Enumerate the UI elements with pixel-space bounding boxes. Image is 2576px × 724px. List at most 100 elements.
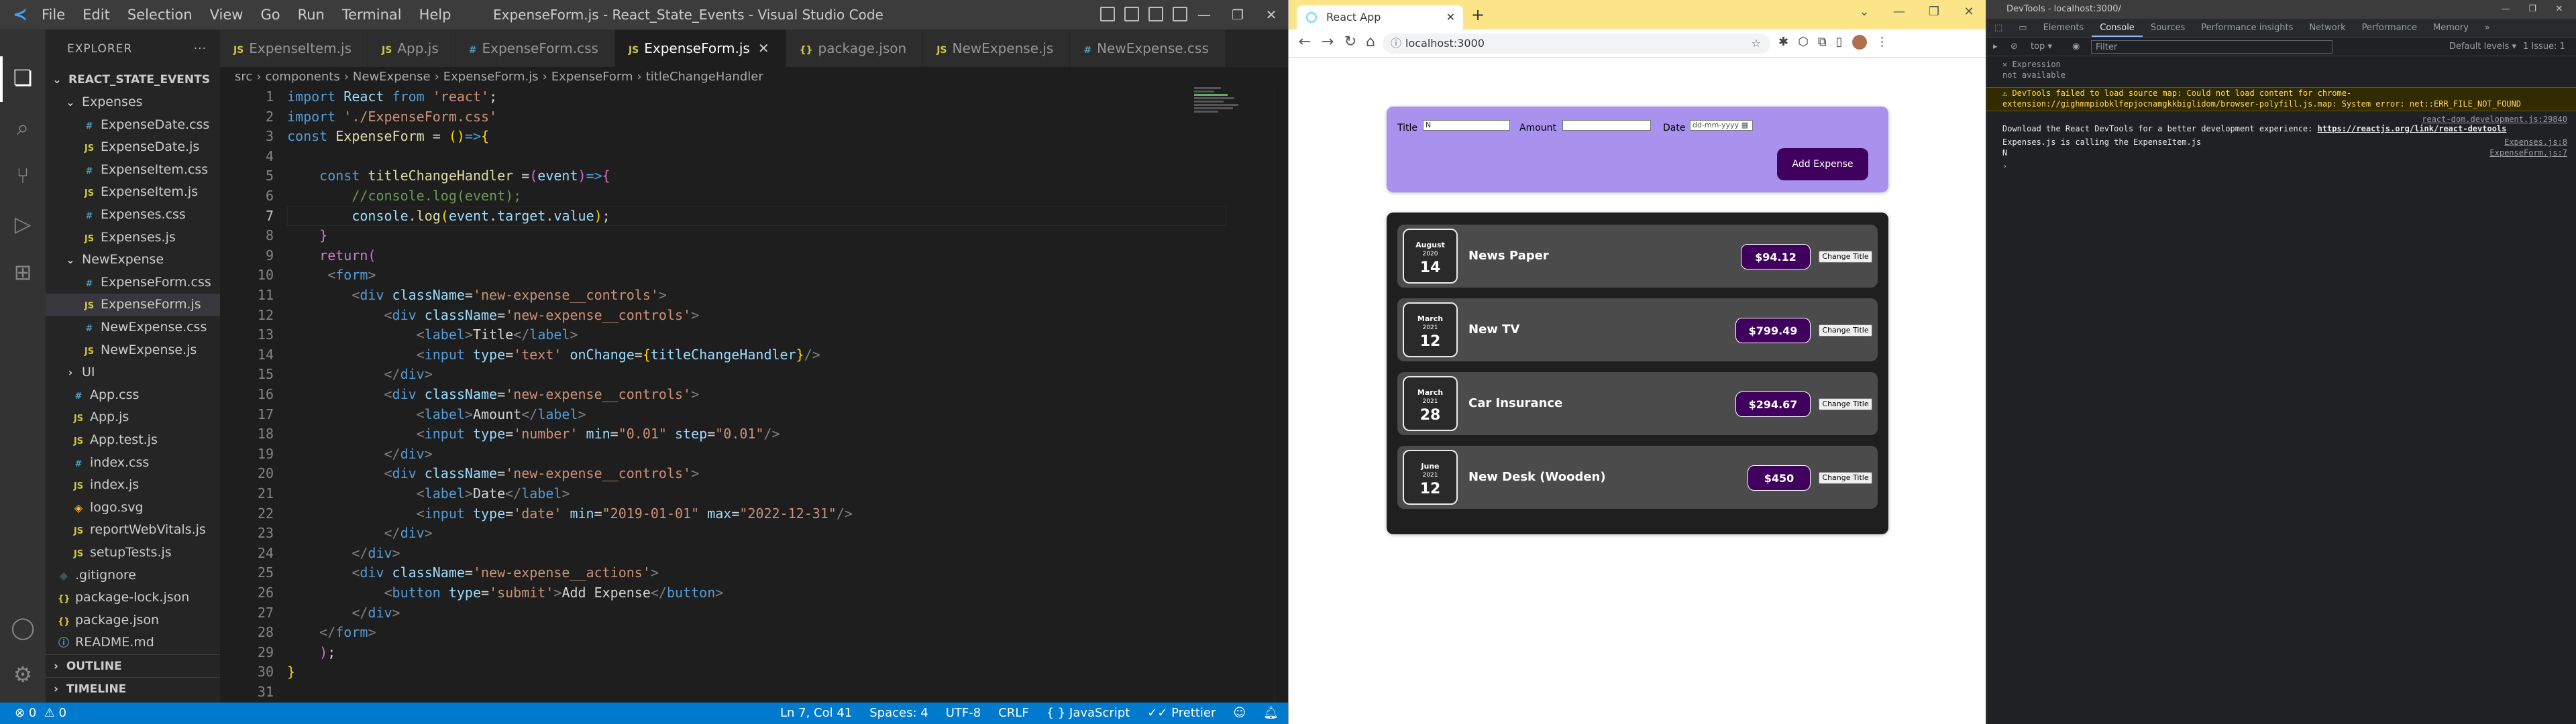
file-tree-item[interactable]: # ExpenseForm.css [46, 272, 220, 294]
file-tree-item[interactable]: JS Expenses.js [46, 227, 220, 249]
minimize-icon[interactable]: — [1187, 7, 1221, 23]
toggle-secondary-sidebar-icon[interactable] [1148, 7, 1163, 21]
add-expense-button[interactable]: Add Expense [1777, 148, 1868, 180]
tab-newexpense-js[interactable]: JS NewExpense.js [923, 29, 1071, 67]
change-title-button[interactable]: Change Title [1819, 251, 1872, 263]
tab-expenseitem-js[interactable]: JS ExpenseItem.js [220, 29, 369, 67]
inspect-element-icon[interactable]: ⬚ [1986, 19, 2010, 37]
file-tree-item[interactable]: # ExpenseItem.css [46, 159, 220, 181]
title-input[interactable]: N [1423, 120, 1510, 131]
breadcrumb-item[interactable]: src [235, 70, 252, 84]
sidepanel-icon[interactable]: ▯ [1836, 35, 1843, 50]
explorer-icon[interactable]: ❏ [8, 63, 38, 93]
file-tree-item[interactable]: JS reportWebVitals.js [46, 519, 220, 541]
live-expression[interactable]: ✕ Expression [1986, 59, 2576, 70]
date-input[interactable]: dd-mm-yyyy ▦ [1690, 120, 1753, 131]
outline-section[interactable]: › OUTLINE [46, 654, 220, 677]
account-icon[interactable]: ◯ [8, 613, 38, 642]
chrome-menu-icon[interactable]: ⋮ [1876, 35, 1888, 50]
search-icon[interactable]: ⌕ [8, 113, 38, 142]
encoding[interactable]: UTF-8 [946, 703, 981, 724]
devtools-tab-performance-insights[interactable]: Performance insights [2193, 19, 2301, 37]
file-tree-item[interactable]: ⓘ README.md [46, 631, 220, 654]
menu-run[interactable]: Run [298, 7, 325, 23]
sidebar-toggle-icon[interactable]: ▸ [1993, 38, 1998, 56]
devtools-tab-memory[interactable]: Memory [2425, 19, 2477, 37]
devtools-minimize-icon[interactable]: — [2492, 0, 2519, 19]
cursor-position[interactable]: Ln 7, Col 41 [780, 703, 852, 724]
tab-close-icon[interactable]: ✕ [758, 40, 769, 56]
settings-gear-icon[interactable]: ⚙ [8, 660, 38, 689]
tab-expenseform-js[interactable]: JS ExpenseForm.js ✕ [614, 29, 786, 67]
editor-scrollbar[interactable] [1275, 87, 1284, 703]
more-actions-icon[interactable]: ··· [194, 29, 207, 68]
devtools-tab-elements[interactable]: Elements [2035, 19, 2092, 37]
extensions-icon[interactable]: ⊞ [8, 257, 38, 287]
browser-close-icon[interactable]: ✕ [1951, 0, 1986, 27]
language-mode[interactable]: { } JavaScript [1046, 703, 1130, 724]
tab-expenseform-css[interactable]: # ExpenseForm.css [455, 29, 615, 67]
breadcrumb-item[interactable]: NewExpense [353, 70, 431, 84]
line-ending[interactable]: CRLF [998, 703, 1028, 724]
browser-dropdown-icon[interactable]: ⌄ [1847, 0, 1882, 27]
devtools-tab-network[interactable]: Network [2301, 19, 2353, 37]
problems-indicator[interactable]: ⊗ 0 ⚠ 0 [15, 703, 66, 724]
file-tree-item[interactable]: ⌄ NewExpense [46, 249, 220, 271]
issues-badge[interactable]: 1 Issue: 1 [2523, 38, 2565, 56]
change-title-button[interactable]: Change Title [1819, 472, 1872, 484]
log-source-link[interactable]: ExpenseForm.js:7 [2489, 147, 2567, 158]
console-filter-input[interactable]: Filter [2091, 40, 2332, 54]
devtools-restore-icon[interactable]: ❐ [2519, 0, 2546, 19]
toggle-panel-icon[interactable] [1124, 7, 1139, 21]
live-expression-icon[interactable]: ◉ [2072, 38, 2080, 56]
code-editor[interactable]: 1 import React from 'react'; 2 import './E… [220, 87, 1288, 720]
minimap[interactable] [1194, 87, 1254, 141]
prettier-status[interactable]: ✓✓ Prettier [1147, 703, 1216, 724]
extension-icon[interactable]: ⬡ [1798, 35, 1809, 50]
extension-icon[interactable]: ✱ [1778, 35, 1788, 50]
browser-minimize-icon[interactable]: — [1882, 0, 1917, 27]
log-levels-dropdown[interactable]: Default levels ▾ [2449, 38, 2516, 56]
breadcrumb-item[interactable]: titleChangeHandler [646, 70, 763, 84]
source-control-icon[interactable]: ⑂ [8, 161, 38, 190]
bookmark-star-icon[interactable]: ☆ [1752, 34, 1761, 54]
browser-restore-icon[interactable]: ❐ [1917, 0, 1951, 27]
devtools-close-icon[interactable]: ✕ [2546, 0, 2573, 19]
menu-go[interactable]: Go [260, 7, 280, 23]
indentation[interactable]: Spaces: 4 [869, 703, 928, 724]
file-tree-item[interactable]: JS index.js [46, 474, 220, 496]
menu-view[interactable]: View [210, 7, 244, 23]
react-devtools-link[interactable]: https://reactjs.org/link/react-devtools [2318, 124, 2507, 133]
file-tree-item[interactable]: # ExpenseDate.css [46, 114, 220, 136]
reload-icon[interactable]: ↻ [1341, 34, 1360, 50]
devtools-tab-sources[interactable]: Sources [2143, 19, 2193, 37]
console-prompt[interactable]: › [1986, 161, 2576, 172]
file-tree-item[interactable]: JS ExpenseForm.js [46, 294, 220, 316]
menu-file[interactable]: File [42, 7, 65, 23]
close-icon[interactable]: ✕ [1254, 7, 1288, 23]
calendar-icon[interactable]: ▦ [1741, 121, 1748, 129]
file-tree-item[interactable]: ◈ logo.svg [46, 497, 220, 519]
menu-help[interactable]: Help [419, 7, 451, 23]
project-root[interactable]: ⌄ REACT_STATE_EVENTS [46, 68, 220, 90]
info-icon[interactable]: ⓘ [1391, 34, 1401, 54]
file-tree-item[interactable]: JS NewExpense.js [46, 339, 220, 361]
menu-terminal[interactable]: Terminal [342, 7, 402, 23]
new-tab-icon[interactable]: + [1471, 5, 1485, 24]
file-tree-item[interactable]: # NewExpense.css [46, 316, 220, 339]
context-selector[interactable]: top ▾ [2031, 38, 2052, 56]
breadcrumb-item[interactable]: components [265, 70, 339, 84]
file-tree-item[interactable]: JS App.js [46, 406, 220, 428]
menu-selection[interactable]: Selection [127, 7, 193, 23]
toggle-sidebar-icon[interactable] [1100, 7, 1115, 21]
devtools-tab-console[interactable]: Console [2092, 19, 2143, 37]
restore-icon[interactable]: ❐ [1221, 7, 1254, 23]
file-tree-item[interactable]: # App.css [46, 384, 220, 406]
feedback-icon[interactable]: ☺ [1233, 703, 1246, 724]
file-tree-item[interactable]: JS ExpenseDate.js [46, 136, 220, 158]
file-tree-item[interactable]: JS ExpenseItem.js [46, 181, 220, 203]
profile-avatar[interactable] [1851, 35, 1867, 50]
tab-newexpense-css[interactable]: # NewExpense.css [1070, 29, 1226, 67]
file-tree-item[interactable]: › UI [46, 361, 220, 383]
file-tree-item[interactable]: {} package-lock.json [46, 587, 220, 609]
